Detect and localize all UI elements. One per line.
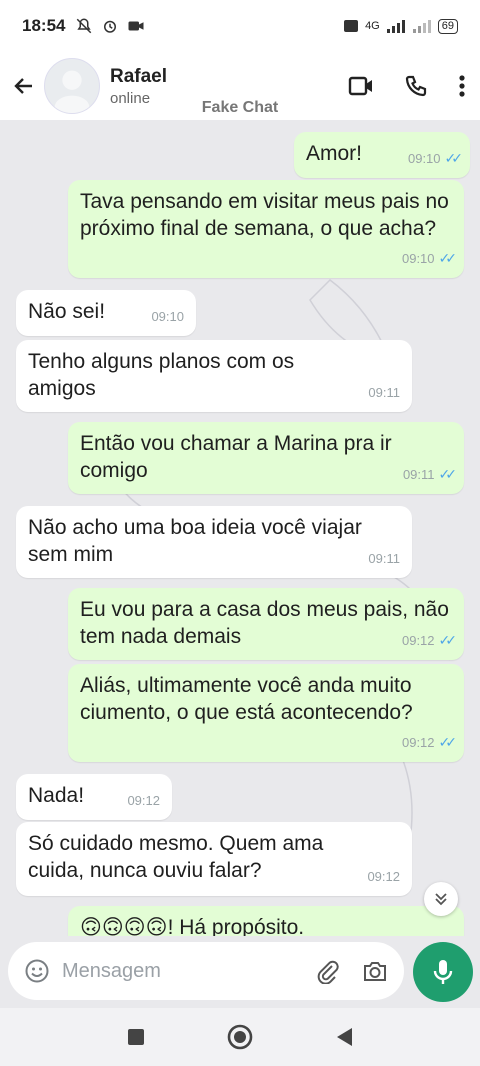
- message-text: 🙃🙃🙃🙃! Há propósito.: [80, 916, 305, 936]
- message-bubble-outgoing[interactable]: Aliás, ultimamente você anda muito ciume…: [68, 664, 464, 762]
- arrow-left-icon: [14, 78, 32, 94]
- double-check-icon: ✓✓: [438, 250, 458, 266]
- scroll-down-button[interactable]: [424, 882, 458, 916]
- volte-icon: [344, 20, 359, 32]
- status-bar: 18:54 4G 69: [0, 0, 480, 52]
- paperclip-icon[interactable]: [314, 958, 340, 984]
- message-meta: 09:10 ✓✓: [401, 245, 458, 272]
- microphone-button[interactable]: [413, 942, 473, 1002]
- camera-icon[interactable]: [362, 959, 388, 983]
- message-text: Não acho uma boa ideia você viajar sem m…: [28, 516, 362, 566]
- back-nav-icon[interactable]: [335, 1027, 353, 1047]
- status-icons-left: [75, 17, 145, 35]
- signal-icon: [386, 20, 405, 33]
- watermark-title: Fake Chat: [201, 99, 279, 116]
- message-time: 09:12: [401, 735, 435, 750]
- chat-area[interactable]: Amor! 09:10 ✓✓ Tava pensando em visitar m…: [0, 120, 480, 936]
- message-meta: 09:11: [368, 379, 400, 406]
- battery-level: 69: [437, 18, 458, 34]
- message-bubble-outgoing[interactable]: Eu vou para a casa dos meus pais, não te…: [68, 588, 464, 660]
- status-time: 18:54: [22, 16, 66, 35]
- smiley-icon[interactable]: [24, 958, 50, 984]
- message-text: Tenho alguns planos com os amigos: [28, 350, 295, 400]
- more-vertical-icon[interactable]: [458, 74, 466, 98]
- contact-name: Rafael: [110, 65, 168, 87]
- phone-icon[interactable]: [404, 74, 428, 98]
- signal-weak-icon: [412, 20, 431, 33]
- message-bubble-incoming[interactable]: Tenho alguns planos com os amigos 09:11: [16, 340, 412, 412]
- message-meta: 09:12 ✓✓: [401, 729, 458, 756]
- message-meta: 09:10 ✓✓: [407, 145, 464, 172]
- message-bubble-incoming[interactable]: Só cuidado mesmo. Quem ama cuida, nunca …: [16, 822, 412, 896]
- message-time: 09:11: [368, 551, 400, 566]
- input-bar: [0, 936, 480, 1008]
- double-check-icon: ✓✓: [438, 632, 458, 648]
- double-check-icon: ✓✓: [438, 734, 458, 750]
- microphone-icon: [433, 960, 453, 984]
- recent-apps-icon[interactable]: [127, 1028, 145, 1046]
- double-chevron-down-icon: [435, 893, 447, 906]
- message-bubble-incoming[interactable]: Não acho uma boa ideia você viajar sem m…: [16, 506, 412, 578]
- message-text: Então vou chamar a Marina pra ir comigo: [80, 432, 392, 482]
- message-meta: 09:12: [127, 787, 160, 814]
- message-bubble-outgoing[interactable]: Amor! 09:10 ✓✓: [294, 132, 470, 178]
- message-bubble-outgoing[interactable]: 🙃🙃🙃🙃! Há propósito.: [68, 906, 464, 936]
- double-check-icon: ✓✓: [444, 150, 464, 166]
- alarm-icon: [104, 20, 117, 33]
- message-text: Tava pensando em visitar meus pais no pr…: [80, 190, 449, 240]
- home-icon[interactable]: [227, 1024, 253, 1050]
- video-status-icon: [128, 21, 144, 31]
- message-meta: 09:11: [368, 545, 400, 572]
- message-text: Só cuidado mesmo. Quem ama cuida, nunca …: [28, 832, 324, 882]
- network-type: 4G: [365, 20, 380, 32]
- video-camera-icon[interactable]: [348, 75, 374, 97]
- message-time: 09:11: [402, 467, 435, 482]
- message-time: 09:12: [367, 869, 400, 884]
- back-button[interactable]: [10, 72, 38, 100]
- message-text: Eu vou para a casa dos meus pais, não te…: [80, 598, 449, 648]
- message-meta: 09:11 ✓✓: [402, 461, 458, 488]
- status-icons-right: 4G 69: [343, 18, 458, 34]
- header-actions: [348, 74, 466, 98]
- message-time: 09:12: [401, 633, 435, 648]
- message-time: 09:10: [401, 251, 435, 266]
- message-bubble-incoming[interactable]: Não sei! 09:10: [16, 290, 196, 336]
- message-meta: 09:12 ✓✓: [401, 627, 458, 654]
- message-input[interactable]: [62, 959, 282, 983]
- message-composer: [8, 942, 404, 1000]
- system-nav-bar: [0, 1008, 480, 1066]
- message-time: 09:10: [151, 309, 184, 324]
- message-bubble-outgoing[interactable]: Tava pensando em visitar meus pais no pr…: [68, 180, 464, 278]
- message-bubble-outgoing[interactable]: Então vou chamar a Marina pra ir comigo …: [68, 422, 464, 494]
- message-time: 09:11: [368, 385, 400, 400]
- composer-actions: [314, 958, 388, 984]
- message-time: 09:10: [407, 151, 441, 166]
- message-bubble-incoming[interactable]: Nada! 09:12: [16, 774, 172, 820]
- message-time: 09:12: [127, 793, 160, 808]
- message-meta: 09:10: [151, 303, 184, 330]
- mute-icon: [77, 18, 92, 34]
- message-meta: 09:12: [367, 863, 400, 890]
- message-text: Aliás, ultimamente você anda muito ciume…: [80, 674, 413, 724]
- double-check-icon: ✓✓: [438, 466, 458, 482]
